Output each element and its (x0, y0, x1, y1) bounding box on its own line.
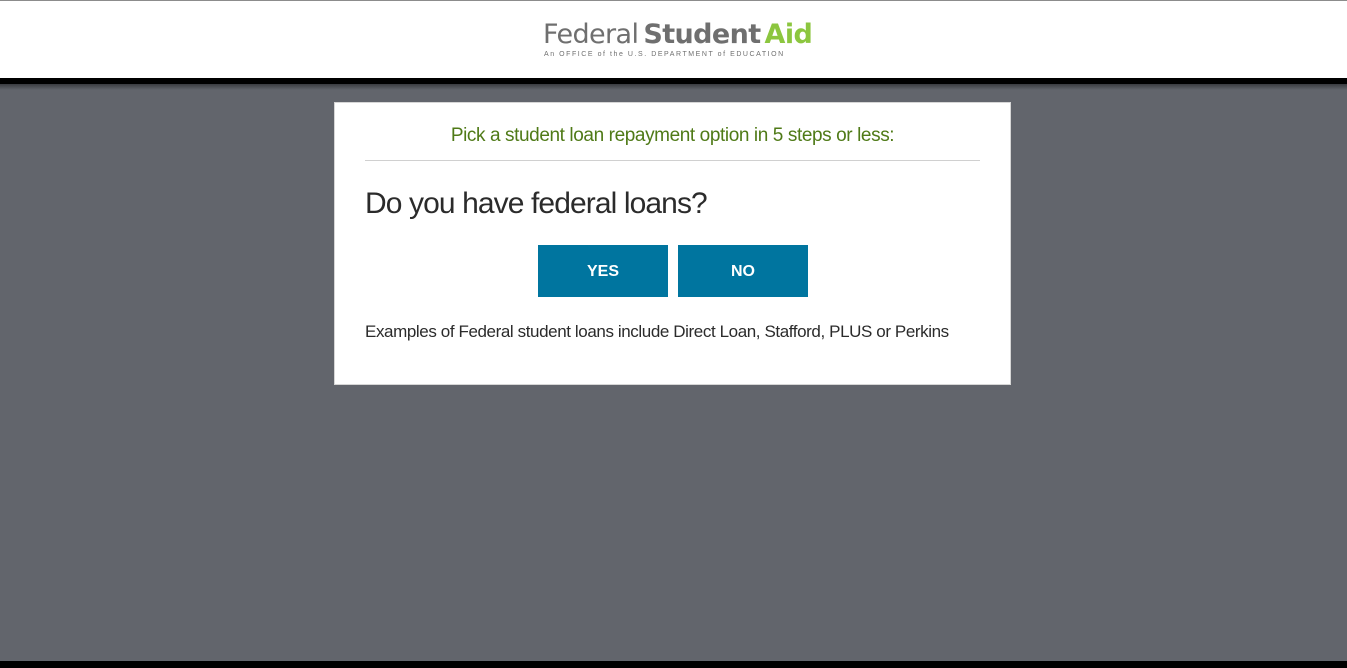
logo-word-aid: Aid (764, 19, 813, 50)
question-heading: Do you have federal loans? (365, 187, 708, 220)
federal-student-aid-logo[interactable]: Federal Student Aid An OFFICE of the U.S. … (543, 19, 813, 61)
examples-text: Examples of Federal student loans includ… (365, 322, 949, 341)
intro-text: Pick a student loan repayment option in … (450, 125, 895, 146)
logo-word-federal: Federal (543, 19, 639, 50)
site-header: Federal Student Aid An OFFICE of the U.S. … (0, 1, 1347, 78)
question-card: Pick a student loan repayment option in … (334, 102, 1011, 385)
divider (365, 160, 980, 161)
logo-wordmark: Federal Student Aid (543, 19, 813, 51)
logo-word-student: Student (643, 19, 761, 50)
logo-tagline: An OFFICE of the U.S. DEPARTMENT of EDUC… (544, 51, 785, 58)
header-shadow (0, 84, 1347, 90)
yes-button[interactable]: YES (538, 245, 668, 297)
bottom-bar (0, 661, 1347, 668)
no-button[interactable]: NO (678, 245, 808, 297)
